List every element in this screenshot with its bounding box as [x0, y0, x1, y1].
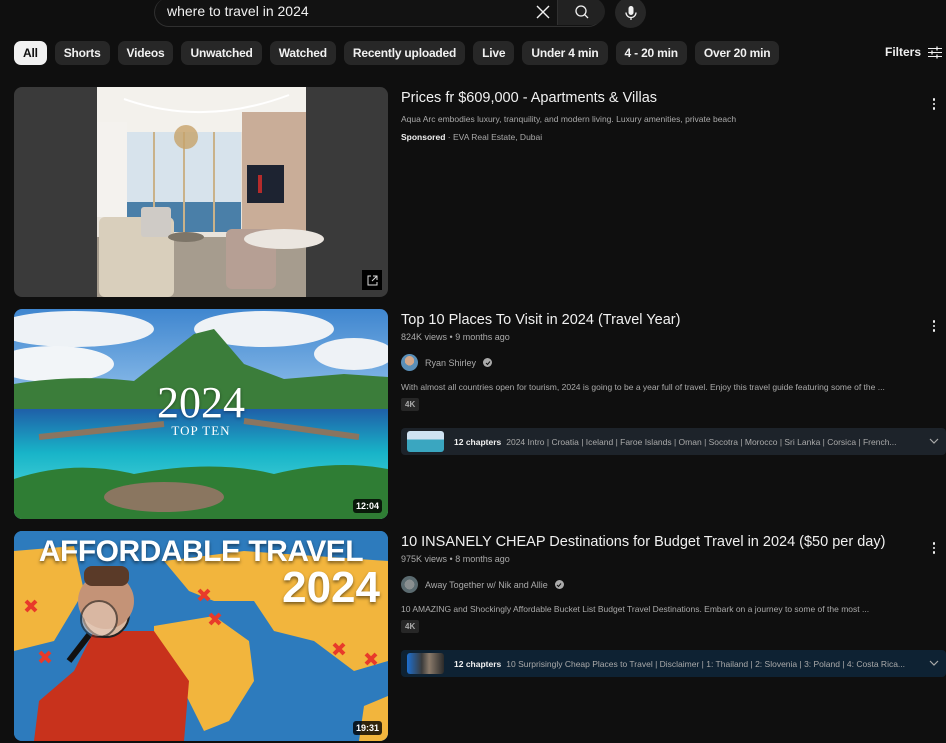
chapter-thumbnail [407, 653, 444, 674]
video-title[interactable]: Top 10 Places To Visit in 2024 (Travel Y… [401, 311, 921, 329]
video-result: AFFORDABLE TRAVEL 2024 19:31 10 INSANELY… [14, 531, 946, 741]
thumbnail-title-text: 2024 [157, 378, 245, 427]
advertiser-name: EVA Real Estate, Dubai [453, 132, 543, 142]
duration-badge: 19:31 [352, 721, 382, 735]
ad-result: Prices fr $609,000 - Apartments & Villas… [14, 87, 946, 297]
sliders-icon [928, 46, 942, 58]
chip-live[interactable]: Live [473, 41, 515, 65]
more-vert-icon [932, 98, 936, 101]
chapter-thumbnail [407, 431, 444, 452]
search-bar [154, 0, 605, 27]
channel-avatar[interactable] [401, 354, 418, 371]
chevron-down-icon[interactable] [928, 657, 940, 669]
video-result: 2024 TOP TEN 12:04 Top 10 Places To Visi… [14, 309, 946, 519]
filter-chips: All Shorts Videos Unwatched Watched Rece… [14, 41, 780, 65]
chapters-bar[interactable]: 12 chapters 10 Surprisingly Cheap Places… [401, 650, 946, 677]
channel-avatar[interactable] [401, 576, 418, 593]
chip-4-20-min[interactable]: 4 - 20 min [615, 41, 687, 65]
chip-unwatched[interactable]: Unwatched [181, 41, 262, 65]
verified-icon [483, 358, 493, 367]
clear-search-button[interactable] [531, 0, 555, 24]
view-count: 975K views [401, 554, 448, 564]
channel-name[interactable]: Away Together w/ Nik and Allie [425, 580, 548, 590]
ad-thumbnail[interactable] [14, 87, 388, 297]
chip-shorts[interactable]: Shorts [54, 41, 110, 65]
open-external-button[interactable] [362, 270, 382, 290]
channel-link[interactable]: Away Together w/ Nik and Allie [401, 576, 921, 593]
sponsored-label: Sponsored [401, 132, 446, 142]
thumbnail-subtitle-text: TOP TEN [171, 423, 231, 438]
video-info: Top 10 Places To Visit in 2024 (Travel Y… [401, 311, 921, 412]
chip-under-4-min[interactable]: Under 4 min [522, 41, 608, 65]
external-link-icon [367, 275, 377, 285]
chip-recently-uploaded[interactable]: Recently uploaded [343, 41, 466, 65]
search-input[interactable] [155, 0, 557, 25]
ad-more-actions-button[interactable] [927, 95, 941, 113]
separator: · [447, 132, 451, 142]
video-title[interactable]: 10 INSANELY CHEAP Destinations for Budge… [401, 533, 921, 551]
ad-title[interactable]: Prices fr $609,000 - Apartments & Villas [401, 89, 921, 107]
upload-age: 9 months ago [455, 332, 510, 342]
thumbnail-subtitle-text: 2024 [282, 563, 380, 612]
video-description: 10 AMAZING and Shockingly Affordable Buc… [401, 604, 870, 614]
chip-videos[interactable]: Videos [117, 41, 174, 65]
video-info: 10 INSANELY CHEAP Destinations for Budge… [401, 533, 921, 634]
view-count: 824K views [401, 332, 448, 342]
search-button[interactable] [557, 0, 605, 25]
chip-all[interactable]: All [14, 41, 47, 65]
separator: • [449, 554, 453, 564]
channel-name[interactable]: Ryan Shirley [425, 358, 476, 368]
filters-button[interactable]: Filters [885, 45, 942, 59]
video-thumbnail[interactable]: AFFORDABLE TRAVEL 2024 19:31 [14, 531, 388, 741]
more-vert-icon [932, 542, 936, 545]
search-icon [574, 4, 588, 18]
video-more-actions-button[interactable] [927, 317, 941, 335]
video-more-actions-button[interactable] [927, 539, 941, 557]
chapters-count: 12 chapters [454, 658, 502, 669]
ad-info: Prices fr $609,000 - Apartments & Villas… [401, 89, 921, 142]
quality-badge: 4K [401, 620, 420, 633]
duration-badge: 12:04 [352, 499, 382, 513]
chip-over-20-min[interactable]: Over 20 min [694, 41, 780, 65]
chapters-count: 12 chapters [454, 436, 502, 447]
ad-description: Aqua Arc embodies luxury, tranquility, a… [401, 114, 737, 124]
quality-badge: 4K [401, 398, 420, 411]
filters-label: Filters [884, 45, 921, 59]
separator: • [449, 332, 453, 342]
apartment-interior-image [97, 87, 324, 297]
chip-watched[interactable]: Watched [269, 41, 336, 65]
chevron-down-icon[interactable] [928, 435, 940, 447]
chapters-list: 2024 Intro | Croatia | Iceland | Faroe I… [506, 436, 897, 447]
microphone-icon [624, 5, 637, 20]
video-thumbnail[interactable]: 2024 TOP TEN 12:04 [14, 309, 388, 519]
chapters-bar[interactable]: 12 chapters 2024 Intro | Croatia | Icela… [401, 428, 946, 455]
more-vert-icon [932, 320, 936, 323]
voice-search-button[interactable] [615, 0, 646, 28]
channel-link[interactable]: Ryan Shirley [401, 354, 921, 371]
upload-age: 8 months ago [455, 554, 510, 564]
close-icon [536, 5, 550, 19]
verified-icon [554, 580, 564, 589]
chapters-list: 10 Surprisingly Cheap Places to Travel |… [506, 658, 906, 669]
video-description: With almost all countries open for touri… [401, 382, 885, 392]
